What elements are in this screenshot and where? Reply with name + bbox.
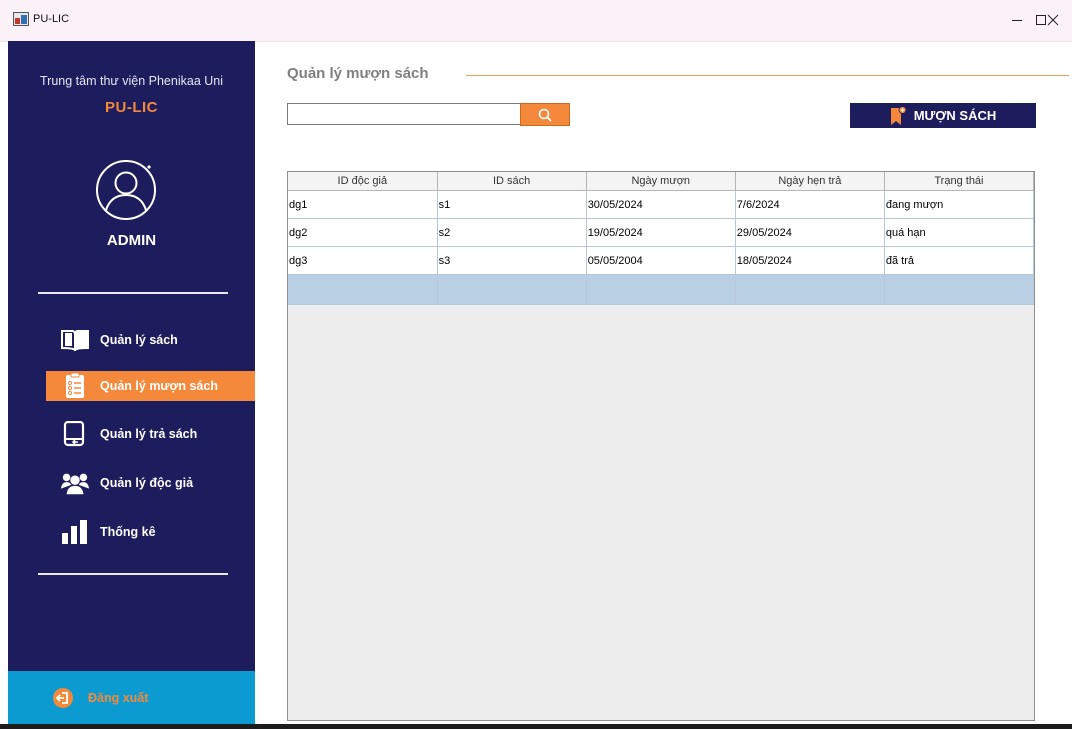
borrow-book-button[interactable]: MƯỢN SÁCH: [850, 103, 1036, 128]
sidebar-item-label: Quản lý độc giả: [100, 476, 194, 490]
sidebar-divider-bottom: [38, 573, 228, 575]
sidebar-item-borrow[interactable]: Quản lý mượn sách: [46, 371, 255, 401]
table-row[interactable]: dg3 s3 05/05/2004 18/05/2024 đã trả: [288, 246, 1035, 275]
borrow-book-label: MƯỢN SÁCH: [913, 108, 997, 123]
page-title: Quản lý mượn sách: [287, 65, 429, 82]
column-header-status[interactable]: Trạng thái: [884, 172, 1035, 191]
borrow-table: ID độc giả ID sách Ngày mượn Ngày hẹn tr…: [287, 171, 1035, 721]
book-return-icon: [60, 421, 90, 447]
column-header-due-date[interactable]: Ngày hẹn trả: [735, 172, 885, 191]
user-name: ADMIN: [106, 232, 157, 249]
sidebar-divider-top: [38, 292, 228, 294]
table-cell[interactable]: [586, 274, 736, 305]
logout-button[interactable]: Đăng xuất: [8, 671, 255, 725]
table-cell[interactable]: 7/6/2024: [735, 190, 885, 219]
title-underline: [466, 75, 1069, 76]
table-cell[interactable]: dg1: [288, 190, 438, 219]
search-icon: [538, 108, 552, 122]
table-cell[interactable]: [884, 274, 1035, 305]
table-cell[interactable]: 05/05/2004: [586, 246, 736, 275]
table-cell[interactable]: s1: [437, 190, 587, 219]
table-cell[interactable]: đã trả: [884, 246, 1035, 275]
sidebar-item-label: Quản lý mượn sách: [100, 379, 218, 393]
column-header-book-id[interactable]: ID sách: [437, 172, 587, 191]
table-row-selected[interactable]: [288, 274, 1035, 305]
app-icon: [13, 12, 29, 26]
window-frame-bottom: [0, 724, 1072, 729]
window-title: PU-LIC: [33, 13, 70, 25]
table-cell[interactable]: 18/05/2024: [735, 246, 885, 275]
close-icon: [1047, 14, 1059, 26]
logout-icon: [53, 688, 73, 708]
table-cell[interactable]: dg3: [288, 246, 438, 275]
user-avatar-icon: [96, 160, 156, 220]
open-book-icon: [60, 327, 90, 353]
table-row[interactable]: dg2 s2 19/05/2024 29/05/2024 quá hạn: [288, 218, 1035, 247]
bookmark-add-icon: [890, 105, 906, 125]
window-titlebar: PU-LIC: [0, 0, 1072, 42]
org-name: Trung tâm thư viện Phenikaa Uni: [40, 74, 223, 88]
sidebar-item-return[interactable]: Quản lý trả sách: [46, 419, 255, 449]
table-cell[interactable]: 30/05/2024: [586, 190, 736, 219]
search-input[interactable]: [287, 103, 525, 125]
checklist-icon: [60, 373, 90, 399]
logout-label: Đăng xuất: [88, 691, 149, 705]
search-button[interactable]: [520, 103, 570, 126]
sidebar-item-stats[interactable]: Thống kê: [46, 517, 255, 547]
column-header-borrow-date[interactable]: Ngày mượn: [586, 172, 736, 191]
table-cell[interactable]: 19/05/2024: [586, 218, 736, 247]
table-header-row: ID độc giả ID sách Ngày mượn Ngày hẹn tr…: [288, 172, 1035, 191]
sidebar: Trung tâm thư viện Phenikaa Uni PU-LIC A…: [8, 41, 255, 725]
table-cell[interactable]: s2: [437, 218, 587, 247]
column-header-reader-id[interactable]: ID độc giả: [288, 172, 438, 191]
table-cell[interactable]: s3: [437, 246, 587, 275]
sidebar-item-books[interactable]: Quản lý sách: [46, 325, 255, 355]
users-icon: [60, 470, 90, 496]
sidebar-item-label: Quản lý trả sách: [100, 427, 198, 441]
sidebar-item-label: Quản lý sách: [100, 333, 178, 347]
sidebar-item-readers[interactable]: Quản lý độc giả: [46, 468, 255, 498]
table-cell[interactable]: [288, 274, 438, 305]
sidebar-item-label: Thống kê: [100, 525, 156, 539]
table-cell[interactable]: 29/05/2024: [735, 218, 885, 247]
bar-chart-icon: [60, 519, 90, 545]
brand-name: PU-LIC: [105, 99, 158, 116]
table-cell[interactable]: đang mượn: [884, 190, 1035, 219]
table-cell[interactable]: quá hạn: [884, 218, 1035, 247]
close-button[interactable]: [1034, 8, 1072, 32]
table-cell[interactable]: [437, 274, 587, 305]
table-cell[interactable]: dg2: [288, 218, 438, 247]
table-row[interactable]: dg1 s1 30/05/2024 7/6/2024 đang mượn: [288, 190, 1035, 219]
table-cell[interactable]: [735, 274, 885, 305]
